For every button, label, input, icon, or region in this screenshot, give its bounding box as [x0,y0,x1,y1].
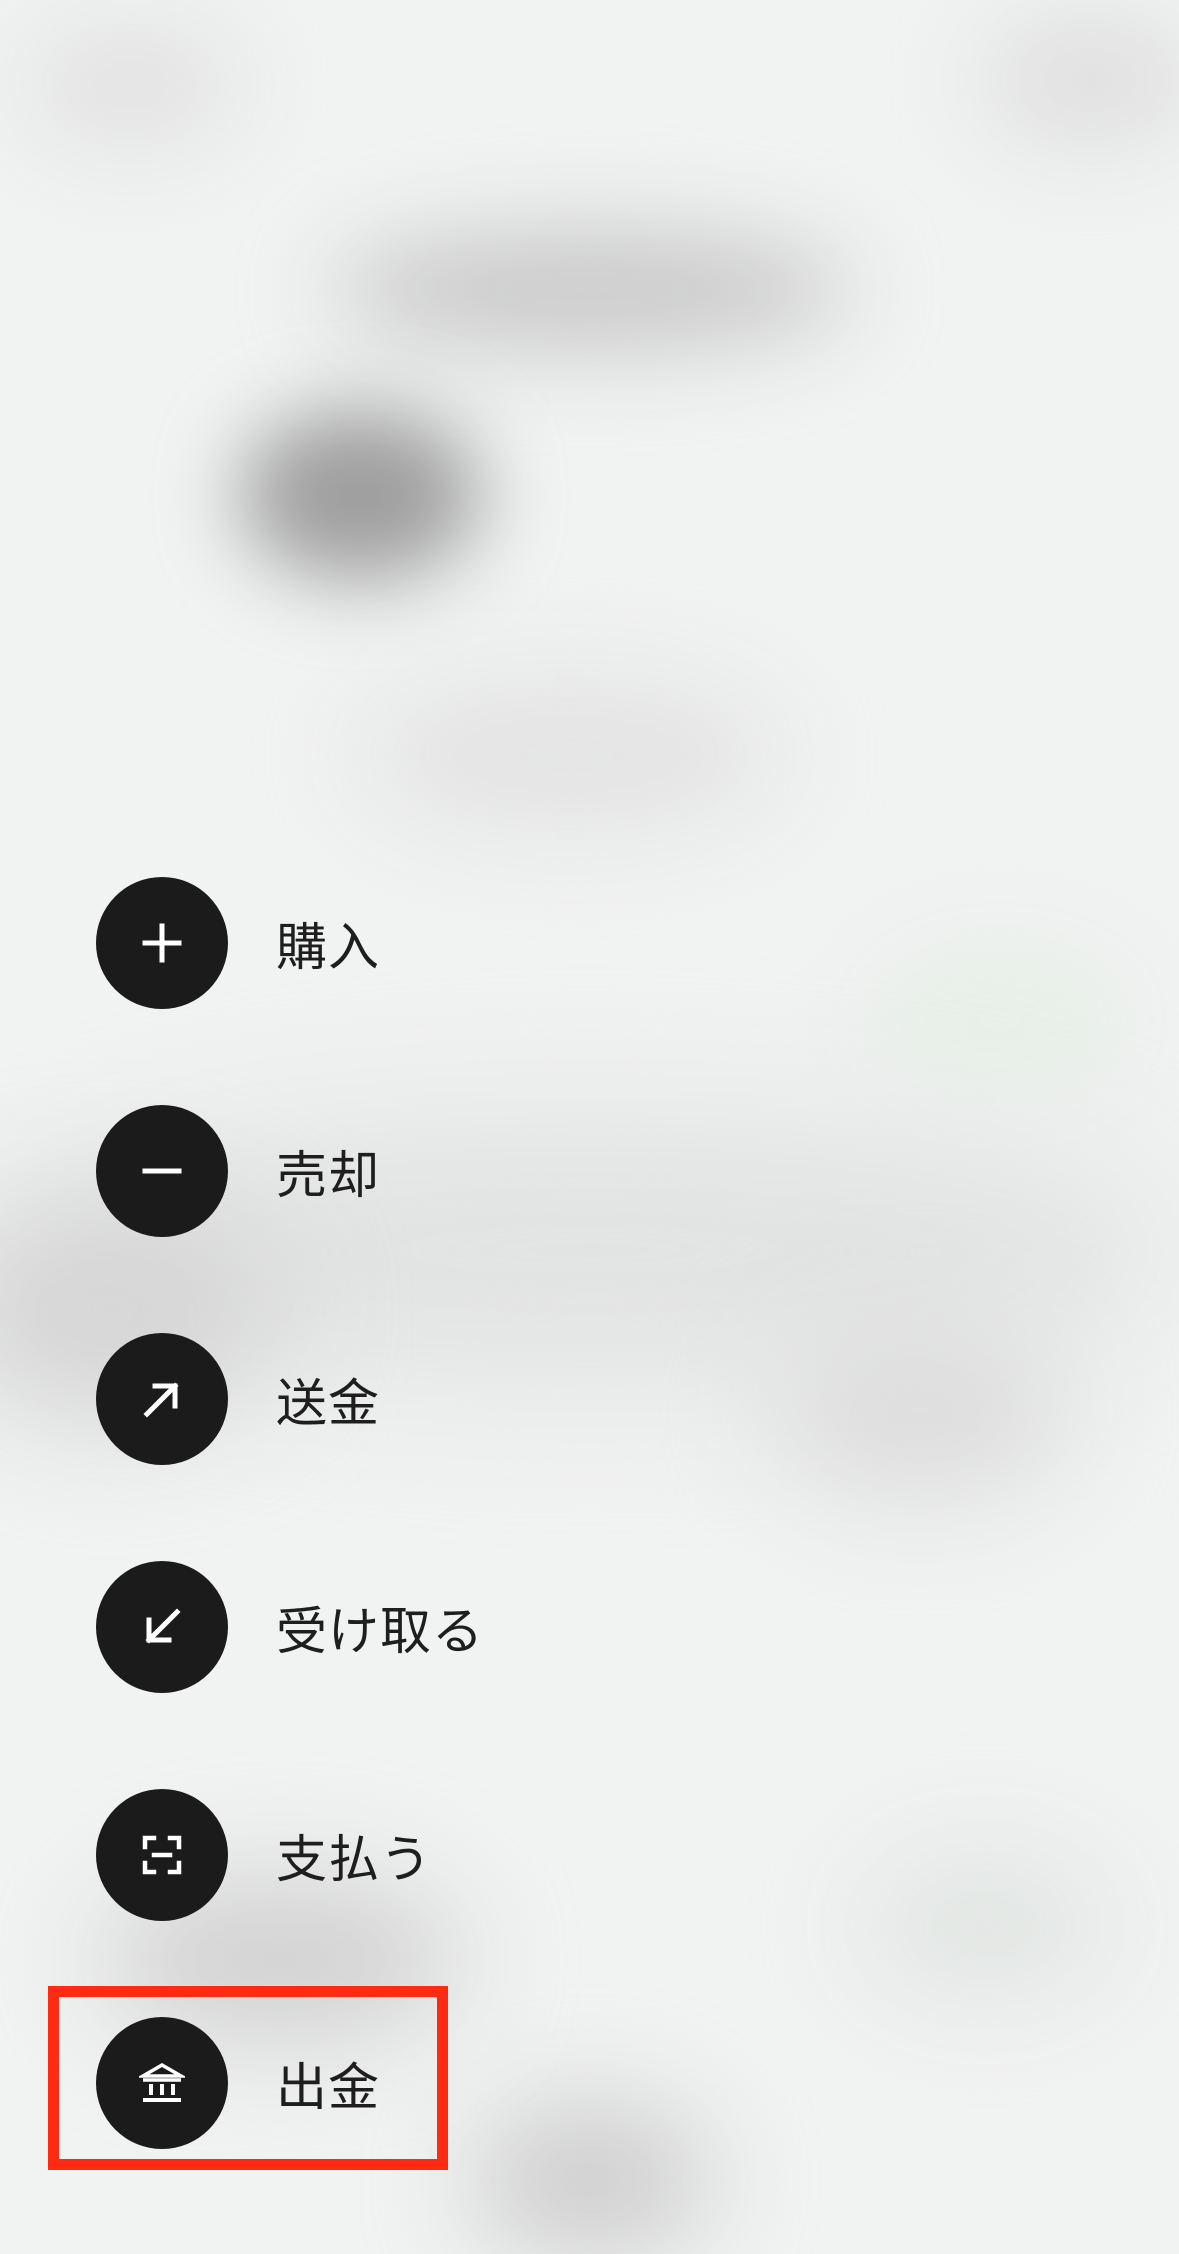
receive-button[interactable]: 受け取る [96,1561,484,1693]
bank-icon [96,2017,228,2149]
sell-label: 売却 [276,1147,381,1206]
sell-button[interactable]: 売却 [96,1105,380,1237]
send-button[interactable]: 送金 [96,1333,380,1465]
send-label: 送金 [276,1375,381,1434]
scan-icon [96,1789,228,1921]
arrow-up-right-icon [96,1333,228,1465]
arrow-down-left-icon [96,1561,228,1693]
buy-button[interactable]: 購入 [96,877,380,1009]
blurred-background-screen: 購入 売却 送金 受け取る 支払う 出金 [0,0,1179,2254]
receive-label: 受け取る [276,1603,485,1662]
withdraw-button[interactable]: 出金 [96,2017,380,2149]
buy-label: 購入 [276,919,381,978]
pay-label: 支払う [276,1831,433,1890]
pay-button[interactable]: 支払う [96,1789,432,1921]
withdraw-label: 出金 [276,2059,381,2118]
minus-icon [96,1105,228,1237]
plus-icon [96,877,228,1009]
